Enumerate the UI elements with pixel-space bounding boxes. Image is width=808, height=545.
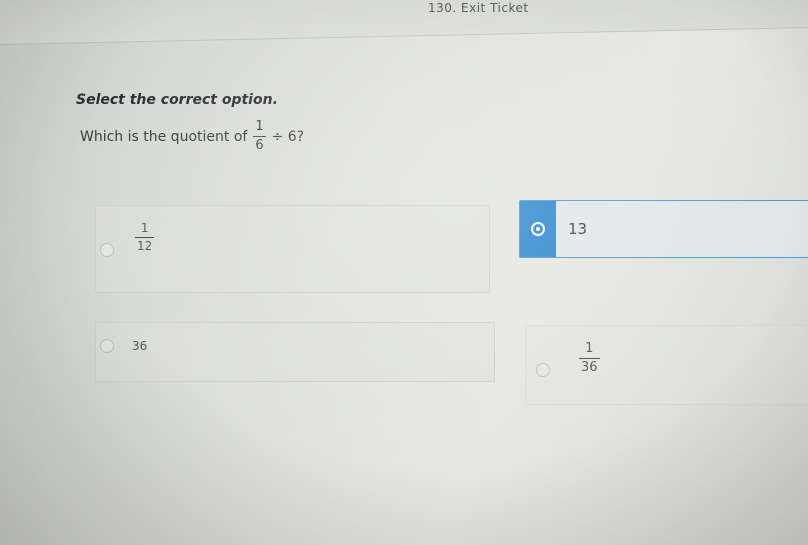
fraction-bar xyxy=(253,136,266,138)
radio-button-d[interactable] xyxy=(536,363,550,377)
option-d-numerator: 1 xyxy=(585,341,594,356)
option-c-label: 36 xyxy=(132,339,148,353)
radio-button-a[interactable] xyxy=(100,243,114,257)
top-bar xyxy=(0,0,808,45)
question-fraction-denominator: 6 xyxy=(255,138,264,154)
page-title: 130. Exit Ticket xyxy=(428,1,529,15)
question-fraction-numerator: 1 xyxy=(255,119,264,134)
fraction-bar xyxy=(135,237,155,239)
option-b-selected[interactable]: 13 xyxy=(519,200,808,258)
option-d[interactable]: 1 36 xyxy=(525,325,808,405)
fraction-bar xyxy=(579,358,600,360)
option-b-label: 13 xyxy=(568,220,588,238)
instruction-text: Select the correct option. xyxy=(76,92,278,108)
question-suffix: ÷ 6? xyxy=(271,128,305,145)
option-d-fraction: 1 36 xyxy=(579,341,600,376)
option-a-numerator: 1 xyxy=(140,221,149,235)
option-d-denominator: 36 xyxy=(581,360,598,376)
question-fraction: 1 6 xyxy=(253,119,266,154)
radio-button-b-checked[interactable] xyxy=(531,222,545,236)
option-c[interactable]: 36 xyxy=(95,322,495,382)
option-a[interactable]: 1 12 xyxy=(95,205,490,293)
radio-button-c[interactable] xyxy=(100,339,114,353)
question-text: Which is the quotient of 1 6 ÷ 6? xyxy=(80,119,305,154)
option-a-denominator: 12 xyxy=(137,239,153,254)
question-prefix: Which is the quotient of xyxy=(80,128,248,145)
option-a-fraction: 1 12 xyxy=(135,221,155,254)
